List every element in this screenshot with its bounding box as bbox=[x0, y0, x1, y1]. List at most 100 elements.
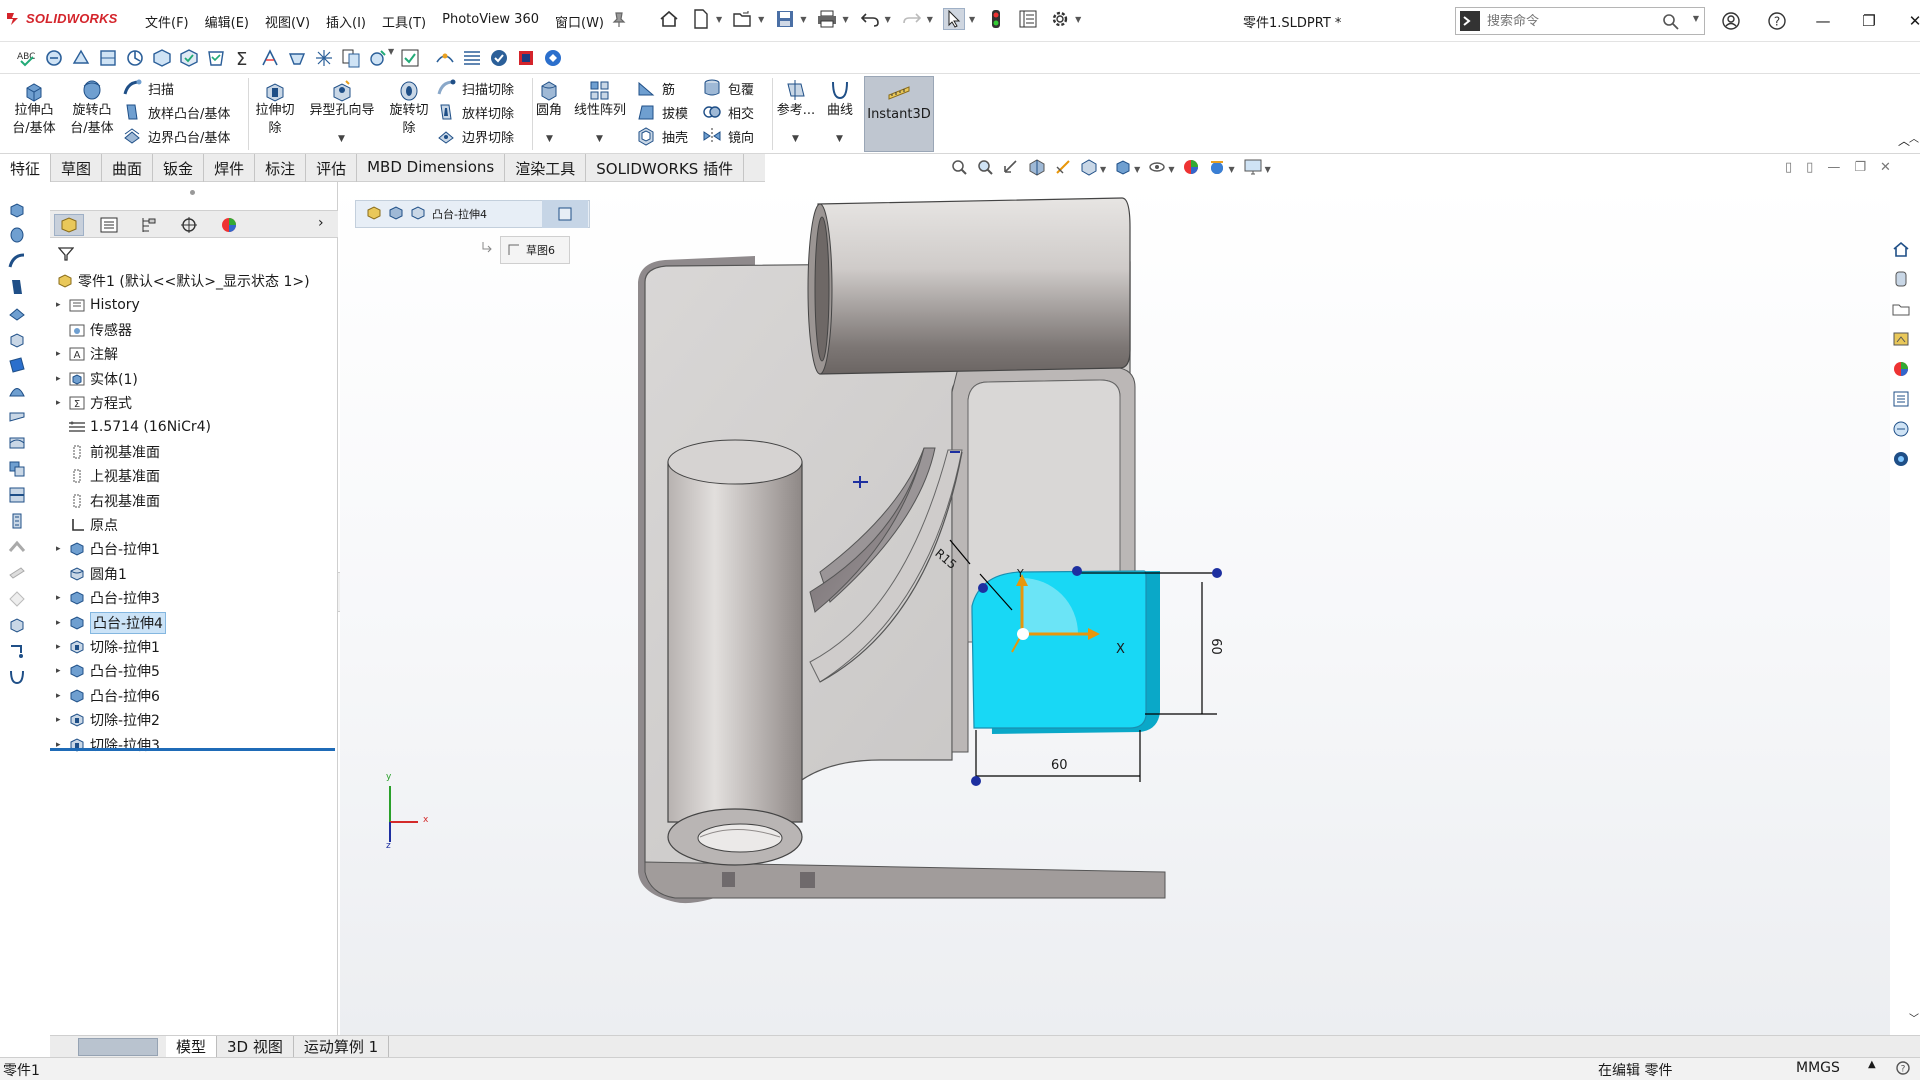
feature-tree-tab-icon[interactable] bbox=[54, 214, 84, 236]
chevron-down-icon[interactable]: ▼ bbox=[1693, 14, 1699, 23]
minimize-icon[interactable]: — bbox=[1810, 9, 1836, 33]
chevron-down-icon[interactable]: ▼ bbox=[1100, 165, 1106, 174]
extrude-cut-button[interactable]: 拉伸切除 bbox=[250, 74, 300, 138]
menu-edit[interactable]: 编辑(E) bbox=[205, 12, 249, 31]
boundary-cut-button[interactable]: 边界切除 bbox=[436, 126, 514, 146]
tree-item[interactable]: ▸ 切除-拉伸3 bbox=[56, 734, 160, 756]
curve-shortcut-icon[interactable] bbox=[4, 665, 30, 689]
options-gear-icon[interactable] bbox=[1049, 8, 1071, 30]
menu-file[interactable]: 文件(F) bbox=[145, 12, 189, 31]
property-manager-tab-icon[interactable] bbox=[94, 214, 124, 236]
boundary-shortcut-icon[interactable] bbox=[4, 301, 30, 325]
dome-shortcut-icon[interactable] bbox=[4, 379, 30, 403]
menu-view[interactable]: 视图(V) bbox=[265, 12, 310, 31]
chevron-down-icon[interactable]: ▼ bbox=[338, 130, 345, 148]
zoom-to-area-icon[interactable] bbox=[976, 158, 994, 180]
tree-item[interactable]: 圆角1 bbox=[56, 563, 127, 585]
chevron-right-icon[interactable]: ▸ bbox=[56, 300, 68, 310]
solidworks-logo[interactable]: SOLIDWORKS bbox=[4, 9, 118, 27]
tree-item[interactable]: ▸ 凸台-拉伸3 bbox=[56, 587, 160, 609]
tab-render-tools[interactable]: 渲染工具 bbox=[505, 154, 587, 182]
tree-item[interactable]: ▸ A 注解 bbox=[56, 343, 118, 365]
wrap-button[interactable]: 包覆 bbox=[702, 78, 754, 98]
combine-shortcut-icon[interactable] bbox=[4, 457, 30, 481]
mirror-button[interactable]: 镜向 bbox=[702, 126, 754, 146]
dimxpert-tab-icon[interactable] bbox=[174, 214, 204, 236]
shell-button[interactable]: 抽壳 bbox=[636, 126, 688, 146]
tab-dimension[interactable]: 标注 bbox=[255, 154, 307, 182]
chevron-down-icon[interactable]: ▼ bbox=[758, 15, 764, 24]
chevron-right-icon[interactable]: ▸ bbox=[56, 374, 68, 384]
geometry-analysis-icon[interactable] bbox=[178, 47, 200, 69]
tab-navigation-arrows[interactable] bbox=[78, 1037, 158, 1056]
dimension-endpoint[interactable] bbox=[971, 776, 981, 786]
rib-button[interactable]: 筋 bbox=[636, 78, 675, 98]
dimension-endpoint[interactable] bbox=[1212, 568, 1222, 578]
previous-view-icon[interactable] bbox=[1002, 158, 1020, 180]
model-canvas[interactable] bbox=[340, 182, 1890, 1037]
import-diagnostics-icon[interactable] bbox=[399, 47, 421, 69]
tree-item[interactable]: ▸ 切除-拉伸2 bbox=[56, 709, 160, 731]
linear-pattern-button[interactable]: 线性阵列 ▼ bbox=[570, 74, 630, 144]
undercut-analysis-icon[interactable] bbox=[286, 47, 308, 69]
close-icon[interactable]: ✕ bbox=[1902, 9, 1920, 33]
revolve-boss-button[interactable]: 旋转凸台/基体 bbox=[64, 74, 120, 138]
tree-item[interactable]: 前视基准面 bbox=[56, 441, 160, 463]
reference-geometry-button[interactable]: 参考... ▼ bbox=[774, 74, 818, 144]
equations-icon[interactable]: Σ bbox=[232, 47, 254, 69]
tree-item[interactable]: 上视基准面 bbox=[56, 465, 160, 487]
chevron-down-icon[interactable]: ▼ bbox=[1075, 15, 1081, 24]
design-checker-icon[interactable] bbox=[488, 47, 510, 69]
extrude-cut-shortcut-icon[interactable] bbox=[4, 327, 30, 351]
model-top-cylinder[interactable] bbox=[807, 197, 1131, 375]
chevron-down-icon[interactable]: ▼ bbox=[1228, 165, 1234, 174]
view-orientation-icon[interactable] bbox=[1080, 158, 1098, 180]
edit-appearance-icon[interactable] bbox=[1182, 158, 1200, 180]
chevron-up-icon[interactable]: ▲ bbox=[1868, 1059, 1876, 1070]
tile-right-icon[interactable]: ▯ bbox=[1806, 160, 1813, 175]
costing-icon[interactable] bbox=[515, 47, 537, 69]
tree-item[interactable]: ▸ 凸台-拉伸6 bbox=[56, 685, 160, 707]
extrude-boss-shortcut-icon[interactable] bbox=[4, 197, 30, 221]
viewport-close-icon[interactable]: ✕ bbox=[1880, 160, 1891, 175]
tree-item[interactable]: 右视基准面 bbox=[56, 490, 160, 512]
revolve-shortcut-icon[interactable] bbox=[4, 223, 30, 247]
print-icon[interactable] bbox=[816, 8, 838, 30]
deviation-analysis-icon[interactable] bbox=[434, 47, 456, 69]
measure-icon[interactable] bbox=[43, 47, 65, 69]
chevron-down-icon[interactable]: ▼ bbox=[1265, 165, 1271, 174]
tab-features[interactable]: 特征 bbox=[0, 154, 52, 182]
part-breadcrumb-icon[interactable] bbox=[366, 205, 382, 223]
revolve-cut-button[interactable]: 旋转切除 bbox=[384, 74, 434, 138]
breadcrumb-sketch-segment[interactable] bbox=[542, 200, 588, 228]
home-icon[interactable] bbox=[658, 8, 680, 30]
tab-3d-views[interactable]: 3D 视图 bbox=[217, 1035, 294, 1058]
tree-item[interactable]: ▸ 实体(1) bbox=[56, 368, 138, 390]
traffic-light-icon[interactable] bbox=[985, 8, 1007, 30]
chevron-down-icon[interactable]: ▼ bbox=[1168, 165, 1174, 174]
quick-tips-icon[interactable]: ? bbox=[1895, 1060, 1911, 1080]
select-cursor-icon[interactable] bbox=[942, 8, 965, 30]
parting-line-analysis-icon[interactable] bbox=[313, 47, 335, 69]
loft-boss-button[interactable]: 放样凸台/基体 bbox=[122, 102, 230, 122]
sweep-shortcut-icon[interactable] bbox=[4, 249, 30, 273]
graphics-area[interactable]: R15 60 60 X Y x y z bbox=[340, 182, 1890, 1037]
dimension-endpoint[interactable] bbox=[1072, 566, 1082, 576]
chevron-down-icon[interactable]: ▼ bbox=[969, 15, 975, 24]
height-dimension-label[interactable]: 60 bbox=[1208, 638, 1223, 655]
chevron-down-icon[interactable]: ▼ bbox=[842, 15, 848, 24]
chevron-down-icon[interactable]: ▼ bbox=[716, 15, 722, 24]
thickness-analysis-icon[interactable] bbox=[205, 47, 227, 69]
search-commands-box[interactable]: ▼ bbox=[1455, 7, 1705, 35]
tree-item[interactable]: ▸ Σ 方程式 bbox=[56, 392, 132, 414]
curves-button[interactable]: 曲线 ▼ bbox=[822, 74, 858, 144]
search-input[interactable] bbox=[1487, 13, 1647, 29]
dynamic-annotation-icon[interactable] bbox=[1054, 158, 1072, 180]
chevron-right-icon[interactable]: ▸ bbox=[56, 691, 68, 701]
draft-button[interactable]: 拔模 bbox=[636, 102, 688, 122]
split-shortcut-icon[interactable] bbox=[4, 483, 30, 507]
apply-scene-icon[interactable] bbox=[1208, 158, 1226, 180]
sustainability-icon[interactable] bbox=[542, 47, 564, 69]
tab-evaluate[interactable]: 评估 bbox=[306, 154, 358, 182]
chevron-right-icon[interactable]: ▸ bbox=[56, 349, 68, 359]
